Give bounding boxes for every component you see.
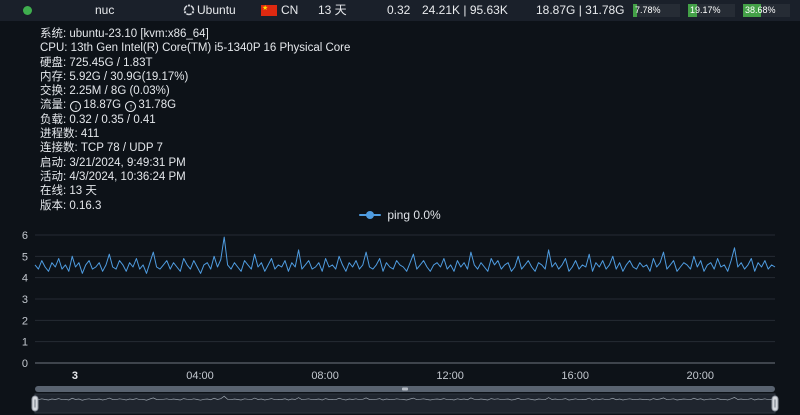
legend-label: ping 0.0% [387, 208, 440, 222]
y-axis-tick-label: 4 [22, 273, 28, 285]
location-label: CN [281, 0, 298, 21]
datazoom-scrollbar-grip[interactable] [402, 388, 408, 391]
y-axis-tick-label: 2 [22, 315, 28, 327]
y-axis-tick-label: 5 [22, 251, 28, 263]
traffic-value: 18.87G | 31.78G [536, 0, 625, 21]
legend-line-marker-icon [359, 211, 381, 219]
ping-series-line [35, 237, 775, 273]
y-axis-tick-label: 1 [22, 337, 28, 349]
info-line: 连接数: TCP 78 / UDP 7 [40, 141, 350, 155]
online-status-icon [23, 6, 32, 15]
server-row[interactable]: nuc Ubuntu ★ CN 13 天 0.32 24.21K | 95.63… [0, 0, 800, 21]
x-axis-tick-label: 04:00 [186, 370, 214, 382]
os-label: Ubuntu [197, 0, 236, 21]
x-axis-tick-label: 16:00 [561, 370, 589, 382]
info-line: 进程数: 411 [40, 127, 350, 141]
upload-circle-icon: ↑ [125, 101, 136, 112]
info-line: 在线: 13 天 [40, 184, 350, 198]
info-line: 系统: ubuntu-23.10 [kvm:x86_64] [40, 27, 350, 41]
info-line: 内存: 5.92G / 30.9G(19.17%) [40, 70, 350, 84]
info-line: 硬盘: 725.45G / 1.83T [40, 56, 350, 70]
info-line: 流量: ↓18.87G ↑31.78G [40, 98, 350, 112]
info-line: 负载: 0.32 / 0.35 / 0.41 [40, 113, 350, 127]
x-axis-tick-label: 20:00 [686, 370, 714, 382]
x-axis-tick-label: 08:00 [311, 370, 339, 382]
cpu-gauge-label: 7.78% [635, 4, 661, 17]
disk-gauge-label: 38.68% [745, 4, 776, 17]
info-line: 活动: 4/3/2024, 10:36:24 PM [40, 170, 350, 184]
server-details: 系统: ubuntu-23.10 [kvm:x86_64]CPU: 13th G… [40, 27, 350, 213]
info-line: 交换: 2.25M / 8G (0.03%) [40, 84, 350, 98]
ping-line-chart: 0 1 2 3 4 5 6 3 04:00 08:00 12:00 16:00 20:00 [0, 226, 800, 415]
cn-flag-icon: ★ [261, 5, 277, 16]
download-circle-icon: ↓ [70, 101, 81, 112]
y-axis-tick-label: 0 [22, 358, 28, 370]
server-name: nuc [95, 0, 114, 21]
info-line: CPU: 13th Gen Intel(R) Core(TM) i5-1340P… [40, 41, 350, 55]
y-axis-tick-label: 6 [22, 230, 28, 242]
info-line: 启动: 3/21/2024, 9:49:31 PM [40, 156, 350, 170]
datazoom-navigator[interactable] [35, 394, 775, 413]
load-value: 0.32 [387, 0, 410, 21]
x-axis-tick-label: 3 [72, 370, 78, 382]
ubuntu-icon [183, 4, 195, 16]
disk-gauge: 38.68% [743, 4, 790, 17]
x-axis-tick-label: 12:00 [436, 370, 464, 382]
uptime-value: 13 天 [318, 0, 347, 21]
chart-legend[interactable]: ping 0.0% [0, 208, 800, 222]
net-speed-value: 24.21K | 95.63K [422, 0, 508, 21]
cpu-gauge: 7.78% [633, 4, 680, 17]
y-axis-tick-label: 3 [22, 294, 28, 306]
memory-gauge: 19.17% [688, 4, 735, 17]
memory-gauge-label: 19.17% [690, 4, 721, 17]
